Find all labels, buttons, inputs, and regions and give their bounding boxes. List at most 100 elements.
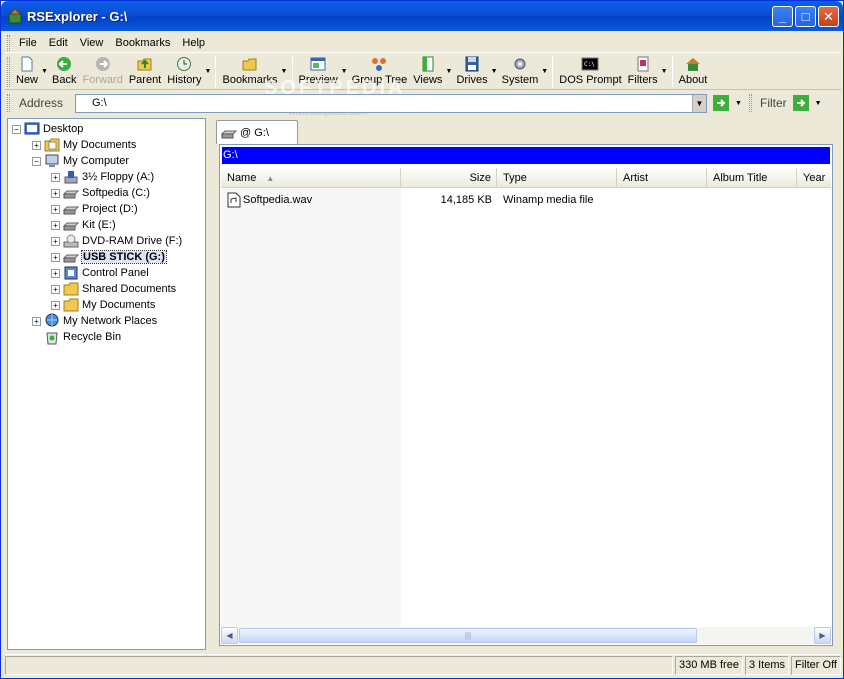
tree-item-my-documents[interactable]: + My Documents [32, 137, 136, 153]
go-arrow-icon[interactable] [713, 95, 729, 111]
column-header-year[interactable]: Year [797, 168, 831, 188]
scroll-left-button[interactable]: ◀ [221, 627, 238, 644]
filters-button[interactable]: Filters [625, 54, 661, 88]
tree-item-floppy[interactable]: + 3½ Floppy (A:) [51, 169, 154, 185]
expand-toggle[interactable]: + [51, 172, 60, 182]
drives-dropdown[interactable]: ▼ [491, 54, 499, 75]
expand-toggle[interactable]: + [51, 204, 60, 214]
tree-item-my-documents-2[interactable]: + My Documents [51, 297, 155, 313]
file-pane: @ G:\ G:\ Name ▲ Size Type Artist Album T… [213, 118, 841, 650]
toolbar-grip[interactable] [7, 57, 10, 87]
folder-tree[interactable]: − Desktop + My Documents − My Computer +… [7, 118, 206, 650]
minimize-button[interactable]: _ [772, 6, 793, 27]
menu-file[interactable]: File [13, 37, 43, 49]
dos-prompt-button[interactable]: C:\ DOS Prompt [556, 54, 624, 88]
about-button[interactable]: About [676, 54, 711, 88]
tree-item-my-computer[interactable]: − My Computer [32, 153, 129, 169]
tab-drive-g[interactable]: @ G:\ [216, 120, 298, 144]
bookmarks-dropdown[interactable]: ▼ [281, 54, 289, 75]
toolbar-separator [215, 57, 217, 87]
horizontal-scrollbar[interactable]: ◀ ||| ▶ [221, 627, 831, 644]
tree-item-drive-e[interactable]: + Kit (E:) [51, 217, 116, 233]
menu-bookmarks[interactable]: Bookmarks [109, 37, 176, 49]
tree-item-control-panel[interactable]: + Control Panel [51, 265, 149, 281]
drives-button[interactable]: Drives [453, 54, 490, 88]
file-size: 14,185 KB [440, 194, 492, 206]
bookmarks-button[interactable]: Bookmarks [219, 54, 280, 88]
column-header-size[interactable]: Size [401, 168, 497, 188]
app-icon [8, 8, 22, 24]
go-dropdown[interactable]: ▼ [735, 100, 743, 107]
forward-button[interactable]: Forward [79, 54, 125, 88]
menu-grip[interactable] [7, 34, 10, 51]
expand-toggle[interactable]: + [32, 316, 41, 326]
group-tree-button[interactable]: Group Tree [349, 54, 411, 88]
preview-dropdown[interactable]: ▼ [341, 54, 349, 75]
menu-edit[interactable]: Edit [43, 37, 74, 49]
sort-ascending-icon: ▲ [266, 174, 275, 183]
collapse-toggle[interactable]: − [12, 124, 21, 134]
expand-toggle[interactable]: + [32, 140, 41, 150]
preview-button[interactable]: Preview [296, 54, 341, 88]
column-header-name[interactable]: Name ▲ [221, 168, 401, 188]
current-path-bar: G:\ [222, 147, 830, 164]
parent-button[interactable]: Parent [126, 54, 164, 88]
filter-label[interactable]: Filter [760, 96, 787, 110]
address-input[interactable]: G:\ ▼ [75, 93, 707, 113]
menu-view[interactable]: View [74, 37, 110, 49]
column-header-artist[interactable]: Artist [617, 168, 707, 188]
expand-toggle[interactable]: + [51, 300, 60, 310]
back-button[interactable]: Back [49, 54, 79, 88]
computer-icon [45, 154, 59, 167]
column-header-album[interactable]: Album Title [707, 168, 797, 188]
preview-window-icon [310, 57, 326, 71]
title-bar[interactable]: RSExplorer - G:\ _ □ ✕ [1, 1, 843, 31]
views-dropdown[interactable]: ▼ [445, 54, 453, 75]
filters-dropdown[interactable]: ▼ [661, 54, 669, 75]
history-button[interactable]: History [164, 54, 204, 88]
tree-item-drive-g[interactable]: + USB STICK (G:) [51, 249, 167, 265]
close-button[interactable]: ✕ [818, 6, 839, 27]
filter-go-icon[interactable] [792, 95, 809, 111]
floppy-disk-icon [465, 56, 479, 72]
sorted-column-highlight [221, 188, 401, 627]
column-header-type[interactable]: Type [497, 168, 617, 188]
expand-toggle[interactable]: + [51, 220, 60, 230]
file-list-view[interactable]: G:\ Name ▲ Size Type Artist Album Title Y… [219, 144, 833, 646]
new-dropdown[interactable]: ▼ [41, 54, 49, 75]
system-dropdown[interactable]: ▼ [541, 54, 549, 75]
tree-item-desktop[interactable]: − Desktop [12, 121, 83, 137]
filter-dropdown[interactable]: ▼ [815, 100, 823, 107]
menu-help[interactable]: Help [176, 37, 211, 49]
expand-toggle[interactable]: + [51, 188, 60, 198]
address-value: G:\ [92, 97, 107, 109]
file-name: Softpedia.wav [243, 194, 313, 206]
scroll-thumb[interactable]: ||| [239, 628, 697, 643]
filter-grip[interactable] [749, 94, 752, 112]
group-tree-icon [372, 58, 387, 71]
history-dropdown[interactable]: ▼ [204, 54, 212, 75]
maximize-button[interactable]: □ [795, 6, 816, 27]
menu-bar: File Edit View Bookmarks Help [5, 33, 841, 53]
expand-toggle[interactable]: + [51, 236, 60, 246]
views-button[interactable]: Views [410, 54, 445, 88]
scroll-right-button[interactable]: ▶ [814, 627, 831, 644]
new-button[interactable]: New [13, 54, 41, 88]
system-button[interactable]: System [499, 54, 542, 88]
tree-item-drive-f[interactable]: + DVD-RAM Drive (F:) [51, 233, 182, 249]
back-arrow-icon [57, 57, 72, 71]
address-dropdown-arrow[interactable]: ▼ [692, 94, 706, 112]
collapse-toggle[interactable]: − [32, 156, 41, 166]
desktop-icon [24, 122, 40, 135]
tree-item-drive-d[interactable]: + Project (D:) [51, 201, 138, 217]
address-grip[interactable] [7, 94, 10, 112]
usb-drive-icon [63, 254, 79, 263]
tree-item-network-places[interactable]: + My Network Places [32, 313, 157, 329]
expand-toggle[interactable]: + [51, 252, 60, 262]
tree-item-shared-documents[interactable]: + Shared Documents [51, 281, 176, 297]
tree-item-drive-c[interactable]: + Softpedia (C:) [51, 185, 150, 201]
tree-item-recycle-bin[interactable]: Recycle Bin [44, 329, 121, 345]
expand-toggle[interactable]: + [51, 268, 60, 278]
table-row[interactable]: Softpedia.wav 14,185 KB Winamp media fil… [221, 191, 831, 209]
expand-toggle[interactable]: + [51, 284, 60, 294]
